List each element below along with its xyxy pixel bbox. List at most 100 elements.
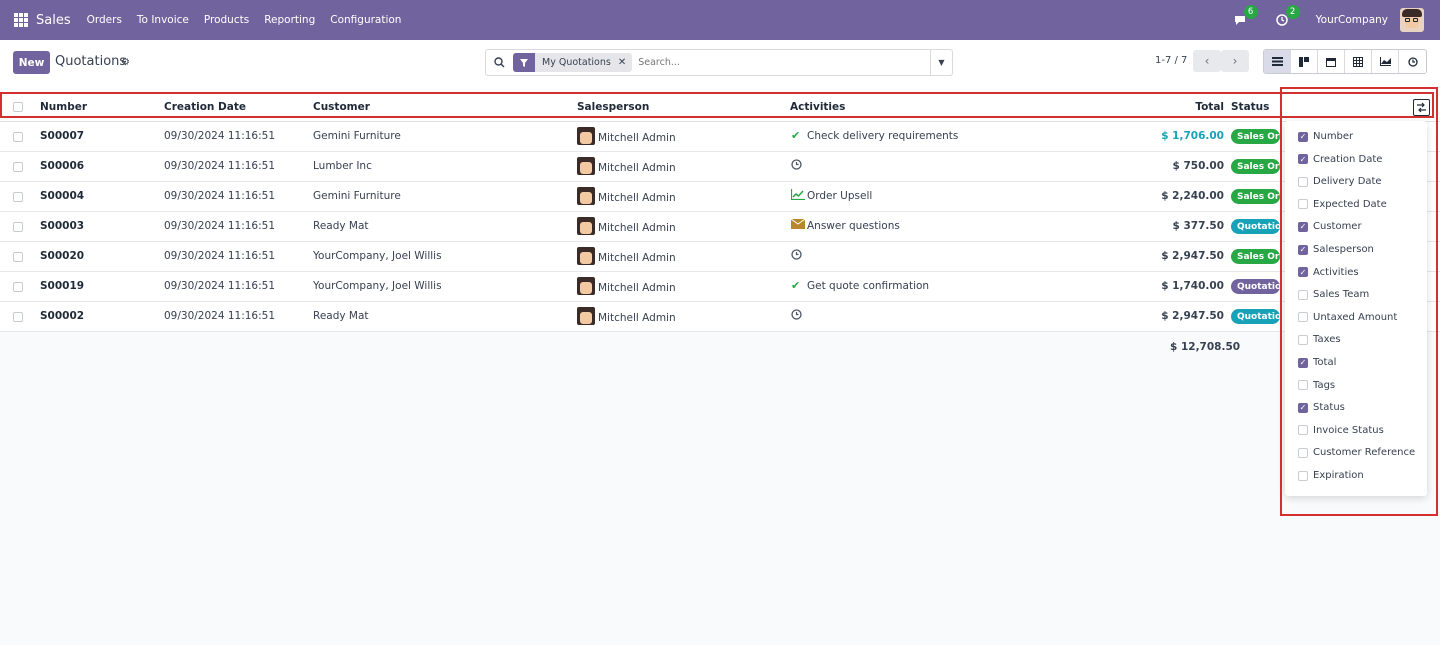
- optional-column-checkbox[interactable]: [1298, 176, 1308, 187]
- table-row[interactable]: S00006 09/30/2024 11:16:51 Lumber Inc Mi…: [0, 152, 1440, 182]
- salesperson-avatar[interactable]: [577, 247, 595, 265]
- table-row[interactable]: S00019 09/30/2024 11:16:51 YourCompany, …: [0, 272, 1440, 302]
- optional-column-checkbox[interactable]: ✓: [1298, 221, 1308, 232]
- optional-column-item[interactable]: Tags: [1298, 380, 1335, 391]
- table-row[interactable]: S00007 09/30/2024 11:16:51 Gemini Furnit…: [0, 122, 1440, 152]
- user-avatar[interactable]: [1400, 8, 1424, 32]
- row-activity[interactable]: Order Upsell: [807, 190, 872, 202]
- search-icon[interactable]: [486, 50, 512, 75]
- menu-products[interactable]: Products: [204, 14, 249, 26]
- optional-column-checkbox[interactable]: [1298, 199, 1308, 210]
- menu-orders[interactable]: Orders: [87, 14, 122, 26]
- table-row[interactable]: S00003 09/30/2024 11:16:51 Ready Mat Mit…: [0, 212, 1440, 242]
- chart-icon[interactable]: [790, 189, 805, 203]
- optional-column-checkbox[interactable]: ✓: [1298, 244, 1308, 255]
- table-row[interactable]: S00004 09/30/2024 11:16:51 Gemini Furnit…: [0, 182, 1440, 212]
- activity-view-icon[interactable]: [1399, 50, 1426, 73]
- messages-icon[interactable]: 6: [1232, 5, 1258, 28]
- optional-column-item[interactable]: Customer Reference: [1298, 447, 1415, 458]
- pager-value[interactable]: 1-7 / 7: [1155, 55, 1187, 66]
- kanban-view-icon[interactable]: [1291, 50, 1318, 73]
- row-checkbox[interactable]: [13, 162, 23, 172]
- menu-to-invoice[interactable]: To Invoice: [137, 14, 189, 26]
- optional-column-item[interactable]: ✓ Status: [1298, 402, 1345, 413]
- optional-column-item[interactable]: Invoice Status: [1298, 425, 1384, 436]
- optional-column-item[interactable]: ✓ Activities: [1298, 267, 1359, 278]
- clock-icon[interactable]: [791, 249, 802, 263]
- table-row[interactable]: S00020 09/30/2024 11:16:51 YourCompany, …: [0, 242, 1440, 272]
- header-salesperson[interactable]: Salesperson: [577, 101, 649, 113]
- check-icon[interactable]: ✔: [791, 279, 800, 292]
- optional-column-checkbox[interactable]: ✓: [1298, 402, 1308, 413]
- header-customer[interactable]: Customer: [313, 101, 370, 113]
- salesperson-avatar[interactable]: [577, 157, 595, 175]
- row-checkbox[interactable]: [13, 282, 23, 292]
- optional-column-checkbox[interactable]: [1298, 380, 1308, 391]
- row-activity[interactable]: Check delivery requirements: [807, 130, 958, 142]
- optional-column-item[interactable]: Expected Date: [1298, 199, 1387, 210]
- row-checkbox[interactable]: [13, 222, 23, 232]
- optional-column-checkbox[interactable]: [1298, 289, 1308, 300]
- optional-column-checkbox[interactable]: [1298, 312, 1308, 323]
- clock-icon[interactable]: [791, 159, 802, 173]
- salesperson-avatar[interactable]: [577, 307, 595, 325]
- optional-column-checkbox[interactable]: ✓: [1298, 267, 1308, 278]
- optional-column-item[interactable]: ✓ Creation Date: [1298, 154, 1382, 165]
- clock-icon[interactable]: [791, 309, 802, 323]
- optional-column-checkbox[interactable]: ✓: [1298, 154, 1308, 165]
- menu-configuration[interactable]: Configuration: [330, 14, 401, 26]
- salesperson-avatar[interactable]: [577, 277, 595, 295]
- envelope-icon[interactable]: [790, 218, 806, 232]
- app-grid-icon[interactable]: [14, 13, 28, 27]
- optional-column-item[interactable]: ✓ Salesperson: [1298, 244, 1374, 255]
- row-checkbox[interactable]: [13, 252, 23, 262]
- optional-columns-toggle-icon[interactable]: [1413, 99, 1430, 116]
- optional-column-checkbox[interactable]: [1298, 470, 1308, 481]
- header-total[interactable]: Total: [1195, 101, 1224, 113]
- graph-view-icon[interactable]: [1372, 50, 1399, 73]
- pivot-view-icon[interactable]: [1345, 50, 1372, 73]
- optional-column-item[interactable]: Delivery Date: [1298, 176, 1382, 187]
- row-activity[interactable]: Get quote confirmation: [807, 280, 929, 292]
- optional-column-item[interactable]: Untaxed Amount: [1298, 312, 1397, 323]
- company-switcher[interactable]: YourCompany: [1316, 14, 1388, 26]
- header-status[interactable]: Status: [1231, 101, 1269, 113]
- optional-column-checkbox[interactable]: ✓: [1298, 357, 1308, 368]
- optional-column-checkbox[interactable]: ✓: [1298, 131, 1308, 142]
- menu-reporting[interactable]: Reporting: [264, 14, 315, 26]
- check-icon[interactable]: ✔: [791, 129, 800, 142]
- gear-icon[interactable]: ⚙: [121, 57, 130, 68]
- header-number[interactable]: Number: [40, 101, 87, 113]
- pager-previous-icon[interactable]: ‹: [1193, 50, 1221, 72]
- optional-column-item[interactable]: Taxes: [1298, 334, 1341, 345]
- table-row[interactable]: S00002 09/30/2024 11:16:51 Ready Mat Mit…: [0, 302, 1440, 332]
- optional-column-item[interactable]: ✓ Customer: [1298, 221, 1362, 232]
- salesperson-avatar[interactable]: [577, 217, 595, 235]
- row-checkbox[interactable]: [13, 132, 23, 142]
- pager-next-icon[interactable]: ›: [1221, 50, 1249, 72]
- new-button[interactable]: New: [13, 51, 50, 74]
- list-view-icon[interactable]: [1264, 50, 1291, 73]
- row-checkbox[interactable]: [13, 312, 23, 322]
- optional-column-item[interactable]: ✓ Number: [1298, 131, 1353, 142]
- optional-column-checkbox[interactable]: [1298, 425, 1308, 436]
- activities-clock-icon[interactable]: 2: [1274, 5, 1300, 28]
- app-brand[interactable]: Sales: [36, 13, 71, 28]
- optional-column-item[interactable]: Sales Team: [1298, 289, 1369, 300]
- facet-remove-icon[interactable]: ✕: [618, 57, 632, 68]
- optional-column-checkbox[interactable]: [1298, 334, 1308, 345]
- search-input[interactable]: [638, 57, 919, 68]
- search-options-toggle[interactable]: ▼: [930, 50, 952, 75]
- row-salesperson: Mitchell Admin: [598, 222, 676, 234]
- row-activity[interactable]: Answer questions: [807, 220, 900, 232]
- optional-column-checkbox[interactable]: [1298, 447, 1308, 458]
- optional-column-item[interactable]: Expiration: [1298, 470, 1364, 481]
- header-activities[interactable]: Activities: [790, 101, 845, 113]
- header-creation-date[interactable]: Creation Date: [164, 101, 246, 113]
- optional-column-item[interactable]: ✓ Total: [1298, 357, 1336, 368]
- salesperson-avatar[interactable]: [577, 127, 595, 145]
- salesperson-avatar[interactable]: [577, 187, 595, 205]
- row-checkbox[interactable]: [13, 192, 23, 202]
- calendar-view-icon[interactable]: [1318, 50, 1345, 73]
- select-all-checkbox[interactable]: [13, 102, 23, 112]
